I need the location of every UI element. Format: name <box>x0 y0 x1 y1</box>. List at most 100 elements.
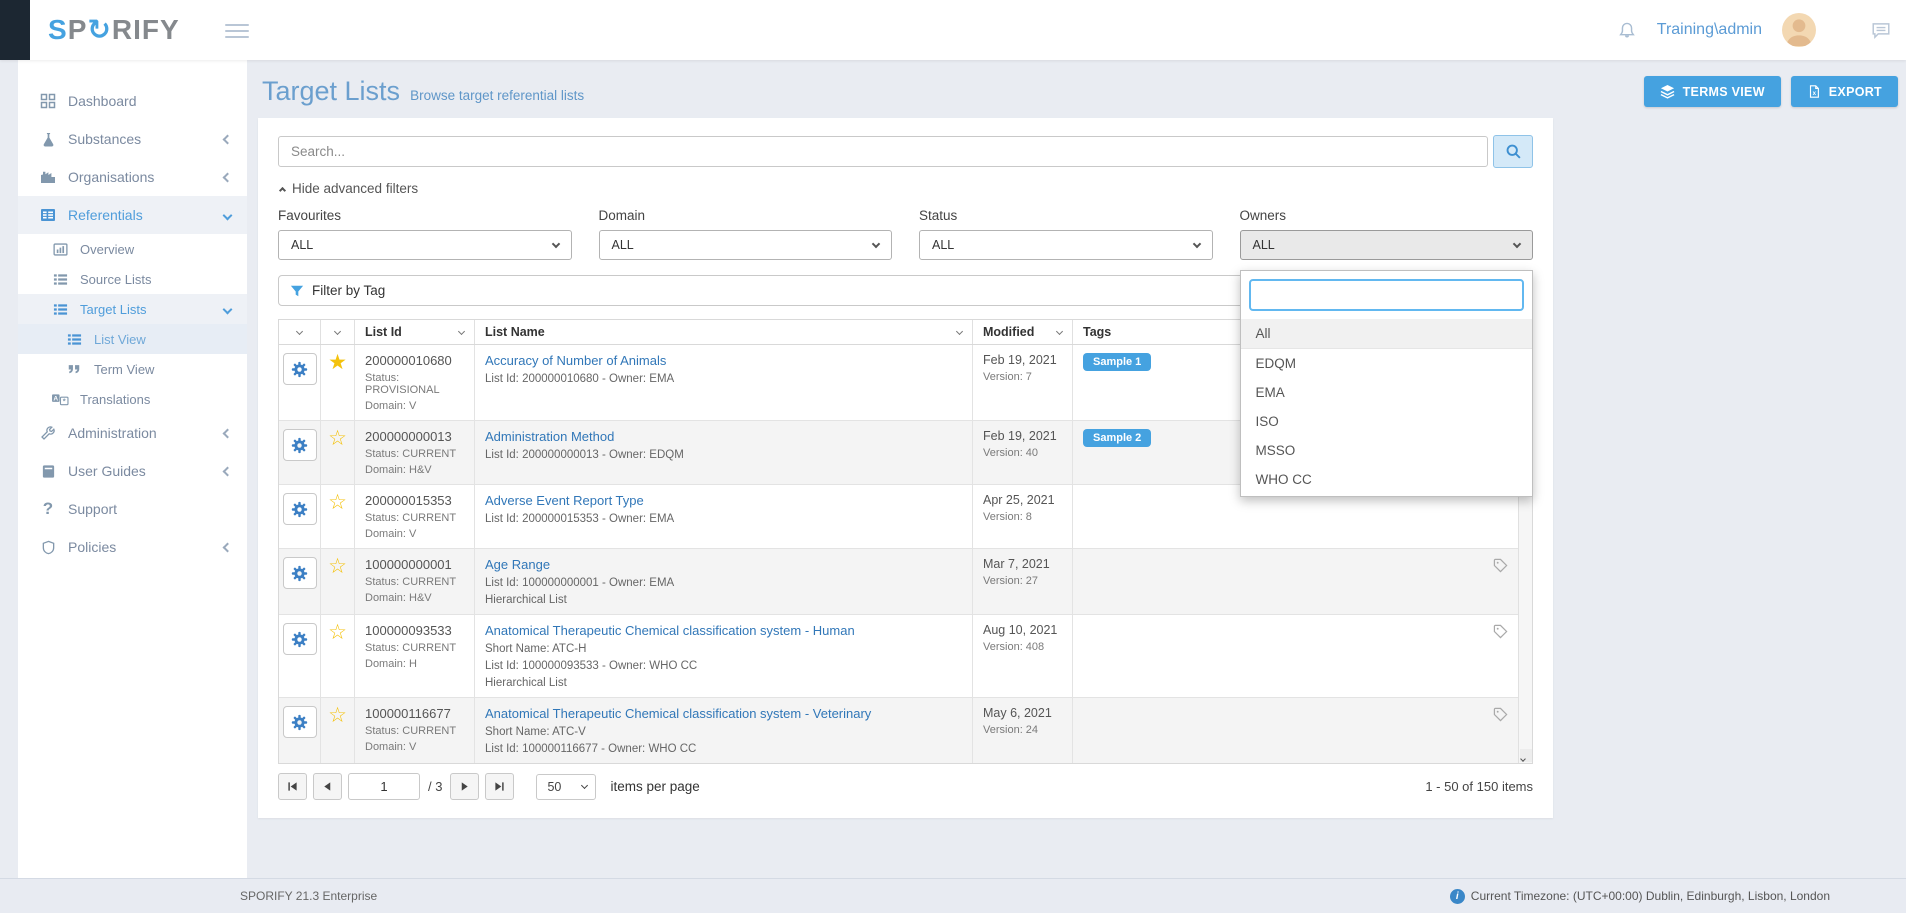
list-subtext: List Id: 100000116677 - Owner: WHO CC <box>485 743 962 755</box>
chevron-down-icon <box>581 782 588 789</box>
content-card: Hide advanced filters Favourites ALL Dom… <box>258 118 1553 818</box>
sidebar-item-dashboard[interactable]: Dashboard <box>18 82 247 120</box>
favourites-select-value: ALL <box>291 238 313 252</box>
status-select-value: ALL <box>932 238 954 252</box>
owners-filter-label: Owners <box>1240 208 1534 223</box>
sidebar-item-term-view[interactable]: Term View <box>18 354 247 384</box>
sidebar-item-user-guides[interactable]: User Guides <box>18 452 247 490</box>
owners-option-ema[interactable]: EMA <box>1241 378 1533 407</box>
tag-icon[interactable] <box>1493 624 1508 639</box>
column-menu-actions[interactable] <box>279 320 321 344</box>
row-actions-button[interactable] <box>283 557 317 589</box>
list-name-link[interactable]: Adverse Event Report Type <box>485 493 644 508</box>
list-id: 200000000013 <box>365 429 464 444</box>
favourite-star-filled-icon[interactable]: ★ <box>328 352 347 372</box>
bar-chart-icon <box>50 242 70 257</box>
scroll-down-button[interactable] <box>1520 749 1532 762</box>
chevron-left-icon <box>223 466 233 476</box>
sidebar-item-support[interactable]: ? Support <box>18 490 247 528</box>
owners-option-edqm[interactable]: EDQM <box>1241 349 1533 378</box>
hide-advanced-filters-toggle[interactable]: Hide advanced filters <box>280 181 1533 196</box>
list-name-link[interactable]: Administration Method <box>485 429 614 444</box>
list-name-link[interactable]: Anatomical Therapeutic Chemical classifi… <box>485 706 871 721</box>
list-short-name: Short Name: ATC-V <box>485 726 962 738</box>
export-button[interactable]: x EXPORT <box>1791 76 1898 107</box>
tag-icon[interactable] <box>1493 707 1508 722</box>
row-actions-button[interactable] <box>283 623 317 655</box>
row-actions-button[interactable] <box>283 706 317 738</box>
per-page-select[interactable]: 50 <box>536 774 596 800</box>
sidebar-item-list-view[interactable]: List View <box>18 324 247 354</box>
sidebar-item-referentials[interactable]: Referentials <box>18 196 247 234</box>
domain-select[interactable]: ALL <box>599 230 893 260</box>
terms-view-button[interactable]: TERMS VIEW <box>1644 76 1781 107</box>
table-row: ☆ 100000116677Status: CURRENTDomain: V A… <box>279 698 1518 763</box>
quote-icon <box>64 362 84 376</box>
brand-logo[interactable]: SP↻RIFY <box>48 13 180 46</box>
avatar[interactable] <box>1782 13 1816 47</box>
svg-text:x: x <box>1812 90 1816 97</box>
favourite-star-outline-icon[interactable]: ☆ <box>328 556 347 576</box>
chevron-left-icon <box>223 428 233 438</box>
column-header-list-name[interactable]: List Name <box>475 320 973 344</box>
row-domain: Domain: H&V <box>365 464 464 476</box>
favourite-star-outline-icon[interactable]: ☆ <box>328 622 347 642</box>
tag-badge[interactable]: Sample 2 <box>1083 429 1151 447</box>
sidebar-item-translations[interactable]: A* Translations <box>18 384 247 414</box>
footer: SPORIFY 21.3 Enterprise i Current Timezo… <box>0 878 1906 913</box>
next-page-button[interactable] <box>450 773 479 800</box>
tag-icon[interactable] <box>1493 558 1508 573</box>
owners-select[interactable]: ALL <box>1240 230 1534 260</box>
row-status: Status: CURRENT <box>365 448 464 460</box>
row-actions-button[interactable] <box>283 429 317 461</box>
column-header-list-id[interactable]: List Id <box>355 320 475 344</box>
sidebar-item-administration[interactable]: Administration <box>18 414 247 452</box>
tag-badge[interactable]: Sample 1 <box>1083 353 1151 371</box>
owners-option-msso[interactable]: MSSO <box>1241 436 1533 465</box>
chevron-left-icon <box>223 172 233 182</box>
list-id: 100000116677 <box>365 706 464 721</box>
modified-date: Mar 7, 2021 <box>983 557 1062 571</box>
first-page-button[interactable] <box>278 773 307 800</box>
username[interactable]: Training\admin <box>1657 21 1762 39</box>
gear-icon <box>291 437 308 454</box>
owners-option-iso[interactable]: ISO <box>1241 407 1533 436</box>
page-input[interactable] <box>348 773 420 800</box>
sidebar-label: Translations <box>80 392 150 407</box>
last-page-button[interactable] <box>485 773 514 800</box>
owners-dropdown-search-input[interactable] <box>1249 279 1525 311</box>
list-subtext: List Id: 200000015353 - Owner: EMA <box>485 513 962 525</box>
sidebar-item-policies[interactable]: Policies <box>18 528 247 566</box>
favourite-star-outline-icon[interactable]: ☆ <box>328 705 347 725</box>
column-header-modified[interactable]: Modified <box>973 320 1073 344</box>
search-input[interactable] <box>278 136 1488 167</box>
sidebar-item-source-lists[interactable]: Source Lists <box>18 264 247 294</box>
list-name-link[interactable]: Anatomical Therapeutic Chemical classifi… <box>485 623 855 638</box>
sidebar-item-overview[interactable]: Overview <box>18 234 247 264</box>
owners-option-who-cc[interactable]: WHO CC <box>1241 465 1533 494</box>
list-name-link[interactable]: Accuracy of Number of Animals <box>485 353 666 368</box>
chat-icon[interactable] <box>1871 20 1891 40</box>
status-select[interactable]: ALL <box>919 230 1213 260</box>
search-button[interactable] <box>1493 135 1533 168</box>
sidebar-item-substances[interactable]: Substances <box>18 120 247 158</box>
timezone-info: Current Timezone: (UTC+00:00) Dublin, Ed… <box>1471 889 1830 903</box>
favourites-select[interactable]: ALL <box>278 230 572 260</box>
gear-icon <box>291 361 308 378</box>
brand-letter-p: P <box>68 14 88 45</box>
bell-icon[interactable] <box>1617 20 1637 40</box>
sort-chevron-icon <box>1056 327 1063 334</box>
sidebar-item-target-lists[interactable]: Target Lists <box>18 294 247 324</box>
hamburger-icon[interactable] <box>225 20 249 40</box>
owners-option-all[interactable]: All <box>1241 319 1533 349</box>
column-menu-favourite[interactable] <box>321 320 355 344</box>
prev-page-button[interactable] <box>313 773 342 800</box>
chevron-down-icon <box>551 239 559 247</box>
sidebar-item-organisations[interactable]: Organisations <box>18 158 247 196</box>
row-actions-button[interactable] <box>283 353 317 385</box>
favourite-star-outline-icon[interactable]: ☆ <box>328 492 347 512</box>
row-actions-button[interactable] <box>283 493 317 525</box>
list-name-link[interactable]: Age Range <box>485 557 550 572</box>
row-domain: Domain: H&V <box>365 592 464 604</box>
favourite-star-outline-icon[interactable]: ☆ <box>328 428 347 448</box>
